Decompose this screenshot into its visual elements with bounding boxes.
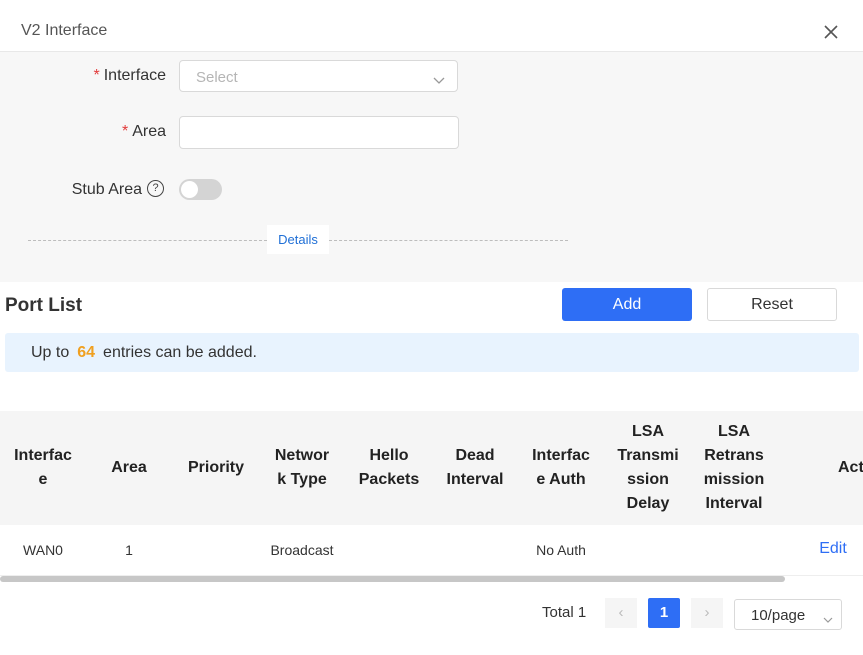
close-icon[interactable] — [822, 23, 840, 41]
page-size-value: 10/page — [751, 607, 806, 624]
total-count: Total 1 — [542, 604, 587, 621]
interface-label: * Interface — [93, 67, 167, 84]
col-dead-interval: Dead Interval — [446, 447, 504, 488]
notice-suffix: entries can be added. — [103, 344, 257, 361]
dialog-title: V2 Interface — [21, 22, 108, 39]
stub-area-label: Stub Area — [71, 181, 142, 198]
col-lsa-retransmission-interval: LSA Retrans mission Interval — [703, 423, 765, 512]
dialog-header — [0, 0, 863, 52]
reset-button[interactable]: Reset — [707, 288, 837, 321]
stub-area-toggle[interactable] — [179, 179, 222, 200]
table-header: Interfac e Area Priority Networ k Type H… — [0, 411, 863, 525]
col-interface: Interfac e — [14, 447, 72, 488]
notice-count: 64 — [77, 344, 96, 361]
cell-interface: WAN0 — [23, 542, 63, 558]
cell-area: 1 — [125, 542, 133, 558]
horizontal-scrollbar[interactable] — [0, 576, 785, 582]
prev-page-button[interactable]: ‹ — [605, 598, 637, 628]
cell-network-type: Broadcast — [270, 542, 334, 558]
divider-left — [28, 240, 267, 241]
add-button[interactable]: Add — [562, 288, 692, 321]
required-mark: * — [121, 123, 129, 140]
col-hello-packets: Hello Packets — [358, 447, 420, 488]
port-list-title: Port List — [5, 295, 83, 316]
entry-limit-notice: Up to 64 entries can be added. — [5, 333, 859, 372]
col-lsa-transmission-delay: LSA Transmi ssion Delay — [617, 423, 679, 512]
col-interface-auth: Interfac e Auth — [532, 447, 590, 488]
col-action: Act — [838, 459, 863, 476]
interface-select[interactable]: Select — [179, 60, 458, 92]
edit-link[interactable]: Edit — [818, 540, 848, 558]
table-row: WAN0 1 Broadcast No Auth Edit — [0, 525, 863, 576]
notice-prefix: Up to — [31, 344, 70, 361]
area-label: * Area — [121, 123, 166, 140]
col-network-type: Networ k Type — [274, 447, 330, 488]
divider-right — [329, 240, 568, 241]
area-input[interactable] — [179, 116, 459, 149]
col-area: Area — [111, 459, 147, 476]
details-toggle[interactable]: Details — [267, 225, 329, 254]
required-mark: * — [93, 67, 100, 84]
chevron-down-icon — [823, 611, 833, 629]
next-page-button[interactable]: › — [691, 598, 723, 628]
page-size-select[interactable]: 10/page — [734, 599, 842, 630]
chevron-down-icon — [433, 72, 445, 90]
col-priority: Priority — [187, 459, 244, 476]
page-1-button[interactable]: 1 — [648, 598, 680, 628]
cell-auth: No Auth — [536, 542, 586, 558]
interface-placeholder: Select — [196, 69, 238, 86]
help-icon[interactable]: ? — [147, 180, 164, 197]
toggle-knob — [181, 181, 198, 198]
